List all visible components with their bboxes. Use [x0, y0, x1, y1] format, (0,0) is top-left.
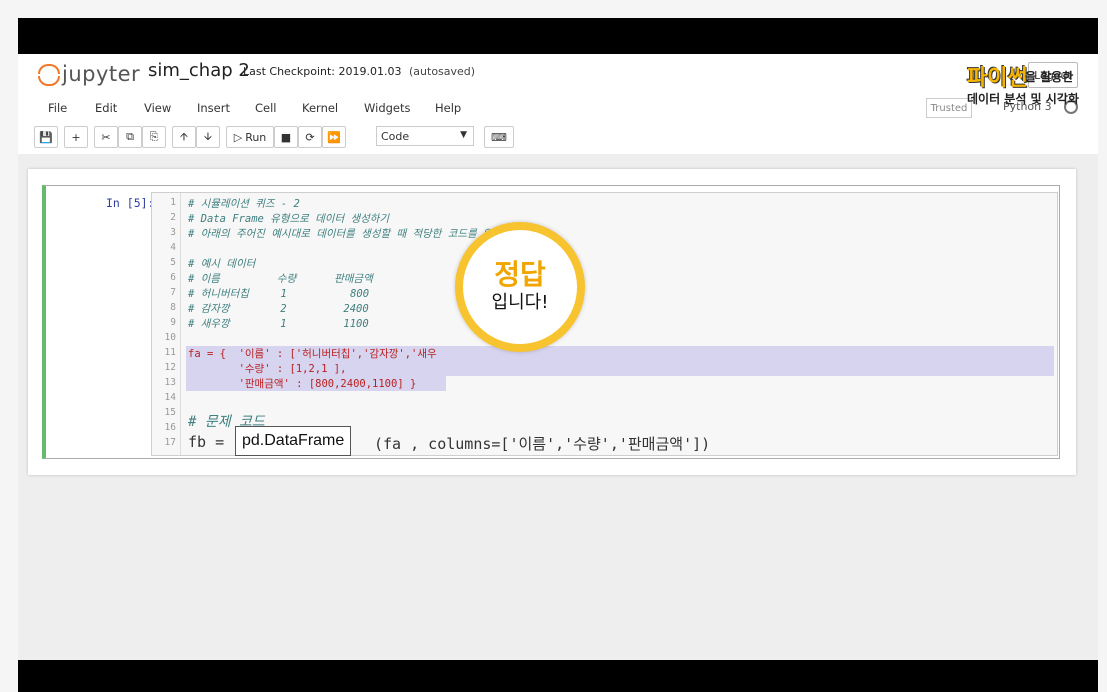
code-suffix: (fa , columns=['이름','수량','판매금액'])	[374, 435, 711, 453]
brand-title: 파이썬	[967, 66, 1028, 91]
line-number: 16	[164, 422, 176, 433]
code-line: # 예시 데이터	[188, 258, 256, 270]
cell-type-value: Code	[381, 130, 410, 143]
jupyter-window: jupyter sim_chap 2 Last Checkpoint: 2019…	[18, 54, 1098, 660]
save-button[interactable]: 💾	[34, 126, 58, 148]
brand-title-suffix: 을 활용한	[1025, 70, 1074, 84]
line-number-gutter: 1 2 3 4 5 6 7 8 9 10 11 12 13 14 15 16 1	[152, 193, 181, 455]
code-line: # 새우깡 1 1100	[188, 318, 369, 330]
code-prefix: fb =	[188, 433, 225, 451]
code-line: # 이름 수량 판매금액	[188, 273, 373, 285]
code-line: fa = { '이름' : ['허니버터칩','감자깡','새우	[188, 348, 437, 360]
line-number: 9	[170, 317, 176, 328]
code-line: '수량' : [1,2,1 ],	[188, 363, 347, 375]
paste-icon: ⎘	[149, 130, 159, 143]
jupyter-logo[interactable]: jupyter	[38, 62, 140, 86]
move-down-button[interactable]: 🡫	[196, 126, 220, 148]
line-number: 7	[170, 287, 176, 298]
line-number: 4	[170, 242, 176, 253]
step-forward-icon: ▷	[233, 130, 243, 144]
arrow-down-icon: 🡫	[204, 129, 212, 143]
course-brand-logo: 파이썬 을 활용한 데이터 분석 및 시각화	[945, 58, 1095, 108]
code-line: # 허니버터칩 1 800	[188, 288, 370, 300]
notebook-title[interactable]: sim_chap 2	[148, 60, 250, 81]
line-number: 3	[170, 227, 176, 238]
badge-sub-text: 입니다!	[491, 292, 549, 313]
copy-icon: ⧉	[126, 130, 134, 143]
paste-button[interactable]: ⎘	[142, 126, 166, 148]
interrupt-button[interactable]: ■	[274, 126, 298, 148]
menu-view[interactable]: View	[144, 101, 171, 115]
move-up-button[interactable]: 🡩	[172, 126, 196, 148]
menu-edit[interactable]: Edit	[95, 101, 117, 115]
run-label: Run	[245, 130, 267, 144]
stop-icon: ■	[280, 130, 292, 144]
badge-main-text: 정답	[494, 258, 546, 291]
menu-insert[interactable]: Insert	[197, 101, 230, 115]
brand-subtitle: 데이터 분석 및 시각화	[967, 92, 1079, 106]
line-number: 6	[170, 272, 176, 283]
menu-bar: File Edit View Insert Cell Kernel Widget…	[18, 96, 1098, 118]
line-number: 2	[170, 212, 176, 223]
jupyter-logo-icon	[38, 62, 60, 86]
menu-help[interactable]: Help	[435, 101, 461, 115]
video-bottom-bar	[18, 660, 1098, 692]
line-number: 10	[164, 332, 176, 343]
run-all-button[interactable]: ⏩	[322, 126, 346, 148]
caret-down-icon: ▼	[460, 130, 467, 140]
code-line: # 감자깡 2 2400	[188, 303, 369, 315]
cut-button[interactable]: ✂	[94, 126, 118, 148]
line-number: 15	[164, 407, 176, 418]
line-number: 12	[164, 362, 176, 373]
arrow-up-icon: 🡩	[180, 129, 188, 143]
line-number: 13	[164, 377, 176, 388]
restart-button[interactable]: ⟳	[298, 126, 322, 148]
keyboard-icon: ⌨	[491, 130, 507, 144]
insert-cell-button[interactable]: +	[64, 126, 88, 148]
line-number: 11	[164, 347, 176, 358]
line-number: 14	[164, 392, 176, 403]
line-number: 8	[170, 302, 176, 313]
line-number: 1	[170, 197, 176, 208]
restart-icon: ⟳	[305, 130, 315, 144]
checkpoint-status: Last Checkpoint: 2019.01.03 (autosaved)	[243, 65, 475, 78]
menu-cell[interactable]: Cell	[255, 101, 277, 115]
input-prompt: In [5]:	[106, 196, 155, 210]
video-top-bar	[18, 18, 1098, 54]
correct-answer-badge: 정답 입니다!	[455, 222, 585, 352]
code-line: # 시뮬레이션 퀴즈 - 2	[188, 198, 300, 210]
code-line: '판매금액' : [800,2400,1100] }	[188, 378, 417, 390]
copy-button[interactable]: ⧉	[118, 126, 142, 148]
run-button[interactable]: ▷ Run	[226, 126, 274, 148]
line-number: 5	[170, 257, 176, 268]
command-palette-button[interactable]: ⌨	[484, 126, 514, 148]
menu-widgets[interactable]: Widgets	[364, 101, 411, 115]
cell-type-select[interactable]: Code ▼	[376, 126, 474, 146]
menu-file[interactable]: File	[48, 101, 67, 115]
checkpoint-text: Last Checkpoint: 2019.01.03	[243, 65, 402, 78]
code-line: # Data Frame 유형으로 데이터 생성하기	[188, 213, 390, 225]
fast-forward-icon: ⏩	[327, 130, 341, 144]
code-editor[interactable]: 1 2 3 4 5 6 7 8 9 10 11 12 13 14 15 16 1	[151, 192, 1058, 456]
plus-icon: +	[71, 130, 81, 144]
autosave-text: (autosaved)	[409, 65, 476, 78]
line-number: 17	[164, 437, 176, 448]
menu-kernel[interactable]: Kernel	[302, 101, 338, 115]
scissors-icon: ✂	[101, 130, 111, 144]
jupyter-header: jupyter sim_chap 2 Last Checkpoint: 2019…	[18, 54, 1098, 154]
logo-text: jupyter	[62, 62, 141, 86]
save-icon: 💾	[39, 130, 53, 144]
answer-box: pd.DataFrame	[235, 426, 352, 456]
